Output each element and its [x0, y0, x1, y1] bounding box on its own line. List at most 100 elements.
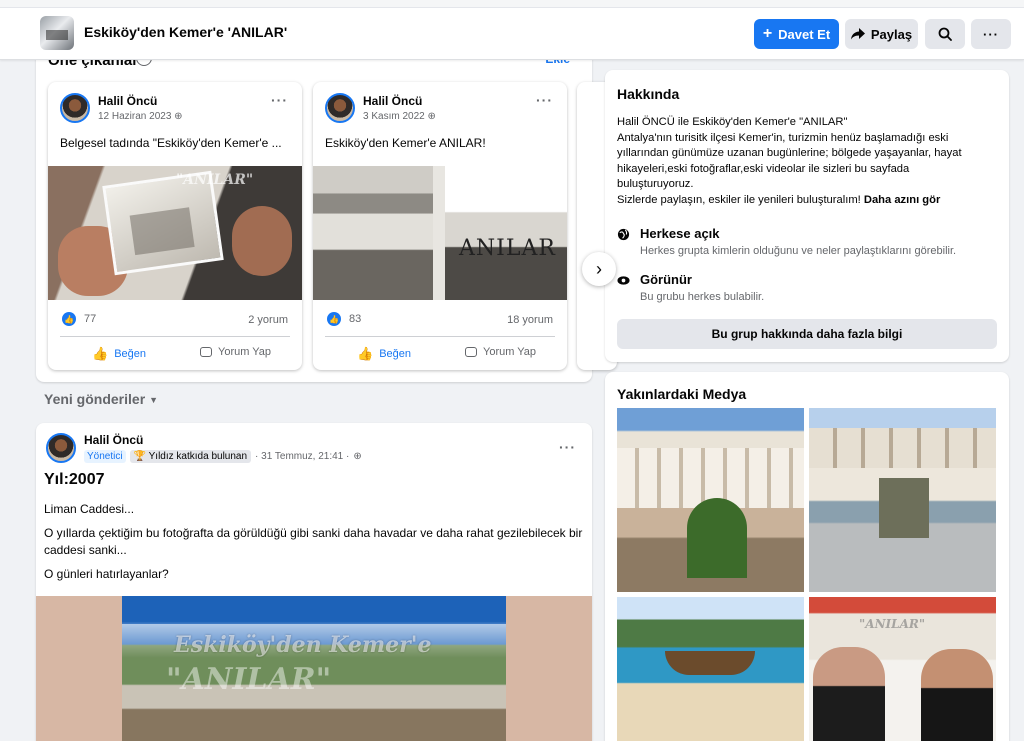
comment-bubble-icon — [200, 347, 212, 357]
thumbs-up-icon: 👍 — [92, 346, 109, 361]
like-button-label: Beğen — [379, 348, 411, 360]
carousel-next-button[interactable]: › — [582, 252, 616, 286]
post-date[interactable]: 12 Haziran 2023 ⊕ — [98, 111, 183, 122]
avatar[interactable] — [60, 93, 90, 123]
avatar[interactable] — [325, 93, 355, 123]
more-dots-icon: ··· — [983, 26, 999, 42]
comment-bubble-icon — [465, 347, 477, 357]
eye-icon — [617, 276, 630, 285]
comment-button[interactable]: Yorum Yap — [465, 346, 536, 358]
about-description: Halil ÖNCÜ ile Eskiköy'den Kemer'e "ANIL… — [617, 115, 1001, 208]
caret-down-icon: ▼ — [149, 395, 159, 406]
visibility-description: Bu grubu herkes bulabilir. — [640, 291, 765, 303]
media-tile[interactable] — [617, 597, 804, 741]
privacy-description: Herkes grupta kimlerin olduğunu ve neler… — [640, 245, 957, 257]
about-line-last: Sizlerde paylaşın, eskiler ile yenileri … — [617, 193, 1001, 209]
post-author[interactable]: Halil Öncü — [363, 94, 422, 108]
book-page — [313, 166, 433, 300]
nearby-media-panel: Yakınlardaki Medya "ANILAR" — [605, 372, 1009, 741]
image-watermark: Eskiköy'den Kemer'e — [174, 632, 432, 658]
privacy-title: Herkese açık — [640, 226, 720, 241]
plus-icon: + — [762, 25, 773, 42]
media-tile[interactable]: "ANILAR" — [809, 597, 996, 741]
role-badge[interactable]: Yönetici — [84, 450, 126, 463]
featured-section: Öne çıkanlar Ekle Halil Öncü 12 Haziran … — [36, 44, 617, 382]
group-header: Eskiköy'den Kemer'e 'ANILAR' + Davet Et … — [0, 0, 1024, 60]
search-button[interactable] — [925, 19, 965, 49]
globe-icon — [617, 228, 630, 241]
about-last-text: Sizlerde paylaşın, eskiler ile yenileri … — [617, 193, 861, 206]
comment-count[interactable]: 2 yorum — [248, 314, 288, 326]
privacy-row: Herkese açık Herkes grupta kimlerin oldu… — [617, 226, 956, 257]
post-text-line: O günleri hatırlayanlar? — [44, 567, 169, 581]
featured-post-card[interactable]: Halil Öncü 12 Haziran 2023 ⊕ ··· Belgese… — [48, 82, 302, 370]
visibility-row: Görünür Bu grubu herkes bulabilir. — [617, 272, 764, 303]
invite-button-label: Davet Et — [778, 26, 831, 42]
share-button[interactable]: Paylaş — [845, 19, 918, 49]
group-title[interactable]: Eskiköy'den Kemer'e 'ANILAR' — [84, 24, 287, 40]
comment-button-label: Yorum Yap — [218, 346, 272, 358]
harbor-street-photo: Eskiköy'den Kemer'e "ANILAR" — [122, 596, 506, 741]
post-menu-icon[interactable]: ··· — [271, 92, 288, 108]
avatar[interactable] — [46, 433, 76, 463]
post-author[interactable]: Halil Öncü — [84, 433, 143, 447]
post-text[interactable]: Eskiköy'den Kemer'e ANILAR! — [325, 136, 486, 150]
post-timestamp[interactable]: · 31 Temmuz, 21:41 · — [255, 451, 349, 462]
comment-button-label: Yorum Yap — [483, 346, 537, 358]
book-title: ANILAR — [459, 236, 556, 261]
feed-sort-dropdown[interactable]: Yeni gönderiler ▼ — [44, 391, 158, 407]
group-more-info-button[interactable]: Bu grup hakkında daha fazla bilgi — [617, 319, 997, 349]
about-line: yıllarından günümüze uzanan bugünlerine;… — [617, 147, 962, 159]
image-watermark: "ANILAR" — [166, 662, 332, 697]
post-image[interactable]: ANILAR — [313, 166, 567, 300]
like-count-text: 83 — [349, 313, 362, 325]
see-less-link[interactable]: Daha azını gör — [864, 194, 940, 206]
browser-strip — [0, 0, 1024, 8]
globe-icon: ⊕ — [174, 111, 183, 122]
comment-button[interactable]: Yorum Yap — [200, 346, 271, 358]
image-watermark: "ANILAR" — [176, 172, 254, 188]
like-button[interactable]: 👍 Beğen — [357, 346, 411, 362]
post-text-line: Liman Caddesi... — [44, 502, 135, 516]
group-cover-thumbnail[interactable] — [40, 16, 74, 50]
feed-post: Halil Öncü Yönetici 🏆 Yıldız katkıda bul… — [36, 423, 592, 741]
post-image[interactable]: "ANILAR" — [48, 166, 302, 300]
like-count[interactable]: 👍 77 — [62, 312, 96, 326]
more-options-button[interactable]: ··· — [971, 19, 1011, 49]
contributor-badge-label: Yıldız katkıda bulunan — [148, 451, 248, 462]
visibility-title: Görünür — [640, 272, 692, 287]
search-icon — [938, 27, 952, 41]
post-menu-icon[interactable]: ··· — [536, 92, 553, 108]
hand-shape — [232, 206, 292, 276]
share-arrow-icon — [850, 28, 865, 40]
comment-count[interactable]: 18 yorum — [507, 314, 553, 326]
chevron-right-icon: › — [596, 258, 602, 279]
about-title: Hakkında — [617, 86, 680, 102]
feed-sort-label: Yeni gönderiler — [44, 391, 146, 407]
about-line: hikayeleri,eski fotoğraflar,eski videola… — [617, 162, 910, 175]
invite-button[interactable]: + Davet Et — [754, 19, 839, 49]
book-spine — [433, 166, 445, 300]
like-button[interactable]: 👍 Beğen — [92, 346, 146, 362]
like-count[interactable]: 👍 83 — [327, 312, 361, 326]
globe-icon: ⊕ — [353, 451, 362, 462]
post-text[interactable]: Belgesel tadında "Eskiköy'den Kemer'e ..… — [60, 136, 282, 150]
post-date[interactable]: 3 Kasım 2022 ⊕ — [363, 111, 436, 122]
featured-post-card[interactable]: Halil Öncü 3 Kasım 2022 ⊕ ··· Eskiköy'de… — [313, 82, 567, 370]
media-title: Yakınlardaki Medya — [617, 386, 747, 402]
contributor-badge[interactable]: 🏆 Yıldız katkıda bulunan — [129, 450, 252, 463]
post-date-text: 3 Kasım 2022 — [363, 111, 425, 122]
media-tile[interactable] — [809, 408, 996, 592]
post-author[interactable]: Halil Öncü — [98, 94, 157, 108]
media-tile[interactable] — [617, 408, 804, 592]
thumbs-up-icon: 👍 — [62, 312, 76, 326]
about-line: Antalya'nın turisitk ilçesi Kemer'in, tu… — [617, 131, 949, 144]
post-text-line: O yıllarda çektiğim bu fotoğrafta da gör… — [44, 526, 583, 557]
like-count-text: 77 — [84, 313, 97, 325]
like-button-label: Beğen — [114, 348, 146, 360]
post-image[interactable]: Eskiköy'den Kemer'e "ANILAR" — [36, 596, 592, 741]
about-line: Halil ÖNCÜ ile Eskiköy'den Kemer'e "ANIL… — [617, 116, 848, 128]
about-panel: Hakkında Halil ÖNCÜ ile Eskiköy'den Keme… — [605, 70, 1009, 362]
globe-icon: ⊕ — [427, 111, 436, 122]
post-menu-icon[interactable]: ··· — [559, 439, 576, 455]
